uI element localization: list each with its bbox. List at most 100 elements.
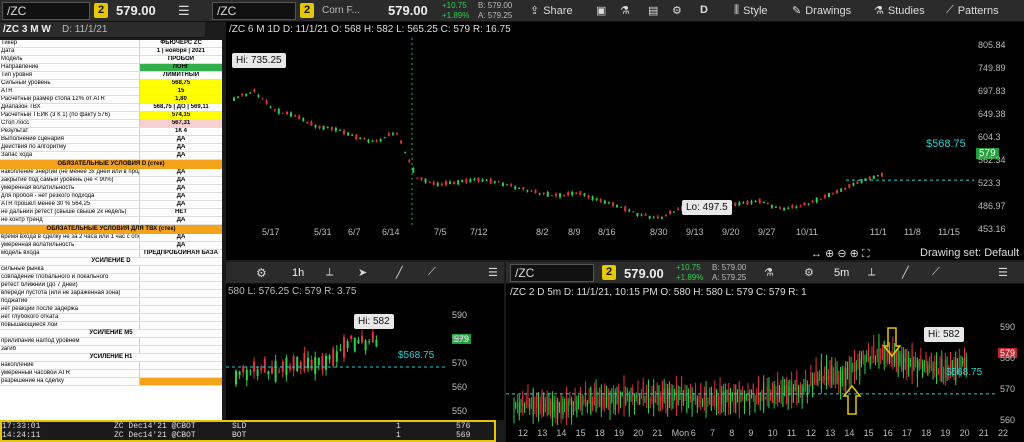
checklist-row: Запас хода ДА [0, 152, 222, 160]
right-timeframe[interactable]: 5m [834, 267, 849, 279]
crosshair-icon[interactable]: ⟂ [326, 266, 333, 279]
list-icon[interactable]: ☰ [178, 3, 190, 19]
right-candle [644, 398, 645, 402]
right-candle [720, 385, 721, 407]
right-x-tick: 11 [787, 428, 796, 438]
right-candle [543, 395, 544, 413]
cursor-icon[interactable]: ➤ [358, 266, 367, 279]
right-x-tick: 18 [921, 428, 931, 438]
main-candle [343, 130, 345, 134]
main-x-tick: 8/9 [568, 227, 581, 237]
drawing-set[interactable]: Drawing set: Default [920, 247, 1019, 259]
top-toolbar: /ZC 2 579.00 ☰ /ZC 2 Corn F... 579.00 +1… [0, 0, 1024, 22]
right-candle [763, 383, 764, 410]
settings-icon[interactable]: ⚙ [672, 4, 682, 17]
style-button[interactable]: ⫼ Style [734, 4, 768, 17]
pattern-icon: ⟋ [946, 4, 954, 17]
right-crosshair-icon[interactable]: ⟂ [868, 266, 875, 279]
right-candle [536, 395, 537, 408]
right-chart[interactable]: /ZC 2 D 5m D: 11/1/21, 10:15 PM O: 580 H… [506, 284, 1024, 442]
main-chart[interactable]: /ZC 6 M 1D D: 11/1/21 O: 568 H: 582 L: 5… [226, 22, 1024, 260]
main-symbol-input[interactable]: /ZC [212, 2, 296, 20]
mid-chart-canvas[interactable] [226, 284, 504, 420]
right-candle [805, 379, 806, 388]
mid-timeframe[interactable]: 1h [292, 267, 304, 279]
save-icon[interactable]: ▣ [596, 4, 606, 17]
main-candle [245, 94, 247, 96]
gear-icon[interactable]: ⚙ [256, 266, 267, 280]
main-link-badge[interactable]: 2 [300, 3, 314, 18]
chart-nav-icons[interactable]: ↔ ⊕ ⊖ ⊕ ⛶ [811, 247, 870, 261]
right-pattern-icon[interactable]: ⟋ [932, 266, 940, 279]
print-icon[interactable]: ▤ [648, 4, 658, 17]
right-candle [587, 402, 588, 406]
left-symbol-input[interactable]: /ZC [2, 2, 90, 20]
main-candle [400, 140, 402, 143]
right-link-badge[interactable]: 2 [602, 265, 616, 280]
pattern-tool-icon[interactable]: ⟋ [428, 266, 436, 279]
main-candle [852, 183, 854, 185]
mid-candle [260, 367, 262, 370]
menu-icon[interactable]: ☰ [488, 266, 498, 279]
right-candle [758, 382, 759, 400]
right-line-icon[interactable]: ╱ [902, 266, 909, 279]
main-candle [469, 179, 471, 182]
line-icon[interactable]: ╱ [396, 266, 403, 279]
right-candle [658, 387, 659, 405]
right-x-tick: 7 [710, 428, 715, 438]
right-symbol-input[interactable]: /ZC [510, 264, 594, 282]
patterns-button[interactable]: ⟋ Patterns [946, 4, 999, 17]
drawings-button[interactable]: ✎ Drawings [792, 4, 851, 17]
right-candle [835, 363, 836, 385]
main-candle [355, 135, 357, 140]
aggregation-button[interactable]: D [700, 4, 708, 16]
right-chart-canvas[interactable] [506, 284, 1024, 442]
main-candle [453, 182, 455, 184]
mid-y-tick: 580 [452, 334, 467, 344]
main-candle [551, 195, 553, 196]
mid-candle [365, 340, 367, 350]
right-gear-icon[interactable]: ⚙ [804, 266, 814, 279]
trade-row[interactable]: 14:24:11 ZC Dec14'21 @CBOT BOT 1 569 [2, 431, 494, 440]
link-badge[interactable]: 2 [94, 3, 108, 18]
right-menu-icon[interactable]: ☰ [998, 266, 1008, 279]
right-candle [856, 362, 857, 371]
checklist-row: не контр тренд ДА [0, 217, 222, 225]
checklist-row: повышающиеся лои [0, 322, 222, 330]
share-button[interactable]: ⇪ Share [530, 4, 573, 17]
trade-cell: 17:33:01 [2, 422, 114, 431]
main-candle [465, 179, 467, 182]
mid-chart[interactable]: 580 L: 576.25 C: 579 R: 3.75 Hi: 582 $56… [226, 284, 504, 420]
flask-icon[interactable]: ⚗ [620, 4, 630, 17]
checklist-row: ретест ближний (до 7 дней) [0, 282, 222, 290]
trade-cell: ZC Dec14'21 @CBOT [114, 431, 232, 440]
right-candle [564, 403, 565, 404]
right-flask-icon[interactable]: ⚗ [764, 266, 774, 279]
right-x-tick: 12 [806, 428, 816, 438]
right-candle [634, 395, 635, 408]
right-candle [884, 342, 885, 365]
main-candle [824, 195, 826, 197]
checklist-value: 15 [140, 88, 222, 95]
trade-row[interactable]: 17:33:01 ZC Dec14'21 @CBOT SLD 1 576 [2, 422, 494, 431]
main-candle [392, 133, 394, 135]
checklist-value: НЕТ [140, 209, 222, 216]
right-candle [873, 342, 874, 360]
checklist-row: накопление [0, 362, 222, 370]
right-candle [583, 398, 584, 402]
main-x-tick: 6/7 [348, 227, 361, 237]
main-candle [608, 202, 610, 203]
right-candle [817, 379, 818, 383]
checklist-row: Расчётный размер стопа 12% от ATR 1,80 [0, 96, 222, 104]
main-candle [262, 99, 264, 100]
checklist-row: сильные рынка [0, 266, 222, 274]
main-candle [530, 191, 532, 192]
studies-button[interactable]: ⚗ Studies [874, 4, 925, 17]
main-candle [828, 193, 830, 197]
checklist-value [140, 362, 222, 369]
main-y-tick: 805.84 [978, 40, 1006, 50]
right-candle [877, 349, 878, 358]
checklist-label: умеренная волатильность [0, 242, 140, 249]
main-candle [237, 97, 239, 98]
checklist-label: Расчётный размер стопа 12% от ATR [0, 96, 140, 103]
